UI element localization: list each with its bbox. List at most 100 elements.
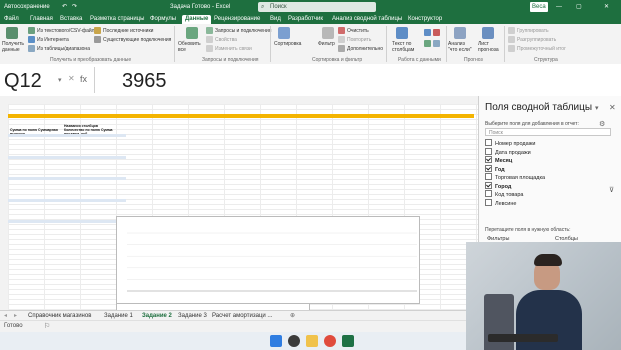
pivot-row[interactable]	[8, 145, 126, 148]
redo-icon[interactable]: ↷	[72, 2, 77, 12]
tab-pivot-analyze[interactable]: Анализ сводной таблицы	[332, 15, 402, 24]
tab-review[interactable]: Рецензирование	[214, 15, 260, 24]
pivot-row[interactable]	[8, 195, 126, 198]
field-checkbox[interactable]	[485, 198, 492, 206]
pivot-row[interactable]	[8, 174, 126, 177]
from-web-button[interactable]: Из Интернета	[28, 36, 69, 43]
refresh-all-button[interactable]: Обновить все	[178, 41, 206, 53]
field-checkbox[interactable]	[485, 139, 492, 147]
tab-view[interactable]: Вид	[270, 15, 281, 24]
get-data-button[interactable]: Получить данные	[2, 41, 28, 53]
from-table-button[interactable]: Из таблицы/диапазона	[28, 45, 90, 52]
field-checkbox[interactable]	[485, 156, 492, 164]
pane-options-icon[interactable]: ▾	[595, 104, 599, 112]
windows-start-icon[interactable]	[270, 335, 282, 347]
pivot-row[interactable]	[8, 181, 126, 184]
reapply-button[interactable]: Повторить	[338, 36, 371, 43]
clear-filter-button[interactable]: Очистить	[338, 27, 369, 34]
ungroup-button[interactable]: Разгруппировать	[508, 36, 556, 43]
excel-taskbar-icon[interactable]	[342, 335, 354, 347]
formula-input[interactable]: 3965	[122, 70, 167, 93]
worksheet[interactable]: Сумма по полю Суммарная выручка Названия…	[0, 96, 478, 335]
edit-links-button[interactable]: Изменить связи	[206, 45, 252, 52]
field-search-input[interactable]: Поиск	[485, 128, 611, 136]
pivot-row[interactable]	[8, 231, 126, 234]
tab-data[interactable]: Данные	[182, 15, 212, 24]
pivot-row[interactable]	[8, 152, 126, 155]
data-validation-icons[interactable]	[424, 40, 442, 47]
existing-connections-button[interactable]: Существующие подключения	[94, 36, 171, 43]
data-tools-icons[interactable]	[424, 29, 442, 36]
pivot-row[interactable]	[8, 213, 126, 216]
field-checkbox[interactable]	[485, 190, 492, 198]
pivot-row[interactable]	[8, 177, 126, 181]
sheet-tab-task3[interactable]: Задание 3	[178, 312, 207, 320]
pivot-table[interactable]: Сумма по полю Суммарная выручка Названия…	[8, 120, 126, 246]
field-filter-icon[interactable]: ⊽	[609, 186, 614, 194]
app-icon[interactable]	[288, 335, 300, 347]
pivot-row[interactable]	[8, 184, 126, 187]
user-badge[interactable]: Веса	[530, 2, 548, 12]
field-checkbox[interactable]	[485, 164, 492, 172]
file-explorer-icon[interactable]	[306, 335, 318, 347]
name-box[interactable]: Q12	[4, 70, 42, 93]
pivot-row[interactable]	[8, 224, 126, 227]
undo-icon[interactable]: ↶	[62, 2, 67, 12]
subtotal-button[interactable]: Промежуточный итог	[508, 45, 566, 52]
tab-home[interactable]: Главная	[30, 15, 53, 24]
tab-insert[interactable]: Вставка	[60, 15, 82, 24]
pivot-row[interactable]	[8, 238, 126, 241]
pane-close-icon[interactable]: ✕	[609, 103, 616, 112]
autosave-toggle[interactable]: Автосохранение	[4, 2, 50, 12]
tab-scroll-right-icon[interactable]: ▸	[14, 312, 17, 320]
search-input[interactable]: ⌕ Поиск	[258, 2, 376, 12]
sheet-tab-stores[interactable]: Справочник магазинов	[28, 312, 91, 320]
pivot-row[interactable]	[8, 141, 126, 144]
tab-formulas[interactable]: Формулы	[150, 15, 176, 24]
text-to-columns-button[interactable]: Текст по столбцам	[392, 41, 422, 53]
pivot-row[interactable]	[8, 134, 126, 137]
tab-file[interactable]: Файл	[4, 15, 19, 24]
pivot-row[interactable]	[8, 202, 126, 205]
function-fx-icon[interactable]: fx	[80, 74, 87, 84]
pivot-row[interactable]	[8, 220, 126, 224]
pivot-row[interactable]	[8, 159, 126, 162]
pivot-chart[interactable]	[116, 216, 420, 304]
minimize-icon[interactable]: —	[556, 2, 562, 12]
sort-button[interactable]: Сортировка	[274, 41, 301, 47]
field-item[interactable]: Торговая площадка	[485, 173, 545, 182]
group-button[interactable]: Группировать	[508, 27, 549, 34]
pivot-row[interactable]	[8, 155, 126, 159]
what-if-button[interactable]: Анализ "что если"	[448, 41, 472, 53]
sheet-tab-task1[interactable]: Задание 1	[104, 312, 133, 320]
field-checkbox[interactable]	[485, 147, 492, 155]
pivot-row[interactable]	[8, 138, 126, 141]
advanced-filter-button[interactable]: Дополнительно	[338, 45, 383, 52]
tab-design[interactable]: Конструктор	[408, 15, 442, 24]
tab-developer[interactable]: Разработчик	[288, 15, 323, 24]
close-icon[interactable]: ✕	[604, 2, 609, 12]
pivot-row[interactable]	[8, 163, 126, 166]
pivot-row[interactable]	[8, 192, 126, 195]
chrome-icon[interactable]	[324, 335, 336, 347]
forecast-sheet-button[interactable]: Лист прогноза	[478, 41, 500, 53]
properties-button[interactable]: Свойства	[206, 36, 237, 43]
pivot-row[interactable]	[8, 170, 126, 173]
pivot-row[interactable]	[8, 188, 126, 191]
maximize-icon[interactable]: ▢	[576, 2, 582, 12]
sheet-tab-depreciation[interactable]: Расчет амортизаци ...	[212, 312, 272, 320]
pivot-row[interactable]	[8, 210, 126, 213]
cancel-entry-icon[interactable]: ✕	[68, 74, 75, 83]
pane-settings-icon[interactable]: ⚙	[599, 120, 605, 128]
field-checkbox[interactable]	[485, 173, 492, 181]
from-text-csv-button[interactable]: Из текстового/CSV-файла	[28, 27, 97, 34]
accessibility-icon[interactable]: ⚐	[44, 322, 50, 330]
field-checkbox[interactable]	[485, 181, 492, 189]
pivot-row[interactable]	[8, 235, 126, 238]
pivot-row[interactable]	[8, 148, 126, 151]
field-item[interactable]: Номер продажи	[485, 139, 535, 148]
pivot-row[interactable]	[8, 206, 126, 209]
tab-page-layout[interactable]: Разметка страницы	[90, 15, 144, 24]
pivot-row[interactable]	[8, 217, 126, 220]
pivot-row[interactable]	[8, 166, 126, 169]
